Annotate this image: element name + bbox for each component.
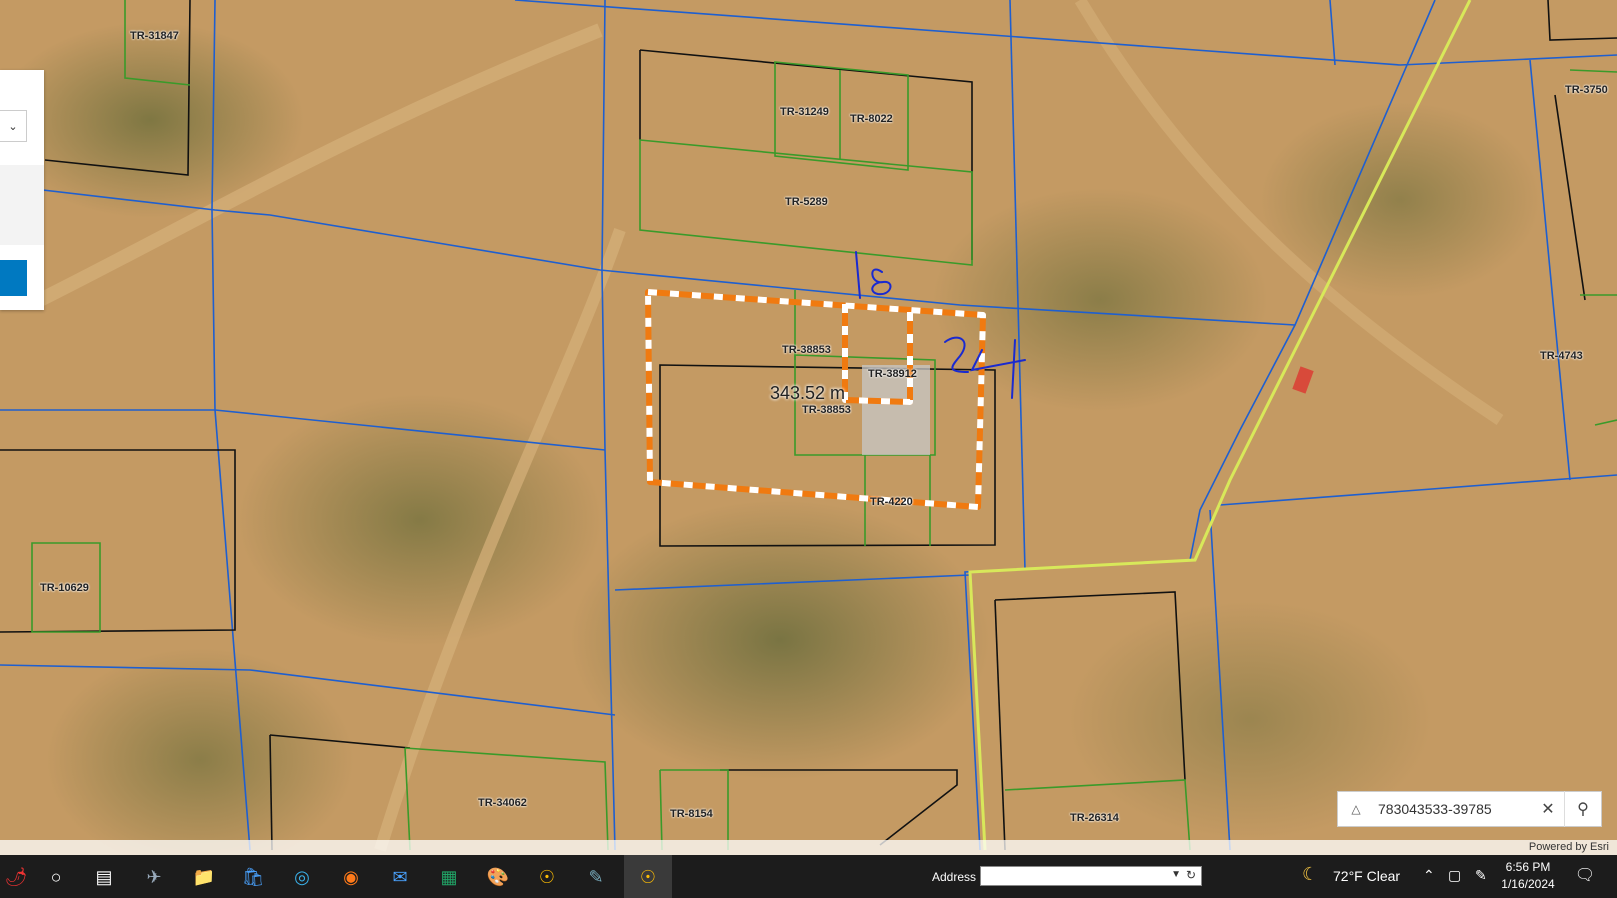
parcel-label: TR-3750 (1565, 84, 1608, 96)
measurement-label: 343.52 m (770, 383, 846, 403)
firefox-icon[interactable]: ◉ (335, 861, 367, 893)
mail-icon[interactable]: ✉ (384, 861, 416, 893)
parcel-label: TR-31847 (130, 30, 179, 42)
chevron-up-icon[interactable]: △ (1338, 802, 1374, 816)
parcel-label: TR-8154 (670, 808, 713, 820)
weather-text[interactable]: 72°F Clear (1333, 868, 1400, 884)
cortana-icon[interactable]: ○ (40, 861, 72, 893)
paint-icon[interactable]: 🎨 (482, 861, 514, 893)
parcel-label: TR-8022 (850, 113, 893, 125)
parcel-label: TR-4743 (1540, 350, 1583, 362)
parcel-label: TR-26314 (1070, 812, 1119, 824)
parcel-label: TR-38853 (782, 344, 831, 356)
address-label: Address (932, 870, 977, 884)
chevron-up-icon[interactable]: ⌃ (1423, 867, 1435, 884)
close-icon[interactable]: ✕ (1532, 799, 1564, 819)
clock[interactable]: 6:56 PM 1/16/2024 (1498, 859, 1558, 893)
chevron-down-icon[interactable]: ⌄ (0, 110, 27, 142)
pepper-app-icon[interactable]: 🌶 (0, 861, 32, 893)
app-icon[interactable]: ✈ (138, 861, 170, 893)
time: 6:56 PM (1505, 860, 1551, 874)
parcel-label: TR-10629 (40, 582, 89, 594)
satellite-map[interactable]: TR-31847 TR-31249 TR-8022 TR-5289 TR-388… (0, 0, 1617, 855)
attribution: Powered by Esri (0, 840, 1617, 855)
parcel-search: △ 783043533-39785 ✕ ⚲ (1337, 791, 1602, 827)
app-icon[interactable]: ✎ (580, 861, 612, 893)
moon-icon: ☾ (1302, 864, 1319, 884)
panel-action-button[interactable] (0, 260, 27, 296)
map-tool-panel: ⌄ (0, 70, 44, 310)
edge-icon[interactable]: ◎ (286, 861, 318, 893)
taskbar: 🌶 ○ ▤ ✈ 📁 🛍 ◎ ◉ ✉ ▦ 🎨 ☉ ✎ ☉ Address ▼ ↻ … (0, 855, 1617, 898)
task-view-icon[interactable]: ▤ (88, 861, 120, 893)
excel-icon[interactable]: ▦ (433, 861, 465, 893)
search-icon[interactable]: ⚲ (1564, 791, 1601, 827)
panel-body (0, 165, 44, 245)
date: 1/16/2024 (1501, 877, 1555, 891)
battery-icon[interactable]: ▢ (1448, 867, 1461, 884)
parcel-label: TR-5289 (785, 196, 828, 208)
search-input[interactable]: 783043533-39785 (1374, 801, 1532, 817)
chrome-profile-icon[interactable]: ☉ (632, 861, 664, 893)
parcel-label: TR-38853 (802, 404, 851, 416)
refresh-icon[interactable]: ↻ (1183, 868, 1199, 882)
parcel-overlay (0, 0, 1617, 852)
file-explorer-icon[interactable]: 📁 (188, 861, 220, 893)
parcel-label: TR-34062 (478, 797, 527, 809)
address-input[interactable]: ▼ ↻ (980, 866, 1202, 886)
parcel-label: TR-38912 (868, 368, 917, 380)
store-icon[interactable]: 🛍 (237, 861, 269, 893)
parcel-label: TR-31249 (780, 106, 829, 118)
chrome-icon[interactable]: ☉ (531, 861, 563, 893)
pen-icon[interactable]: ✎ (1475, 867, 1487, 884)
notification-icon[interactable]: 🗨 (1574, 865, 1596, 887)
parcel-label: TR-4220 (870, 496, 913, 508)
chevron-down-icon[interactable]: ▼ (1171, 869, 1181, 880)
